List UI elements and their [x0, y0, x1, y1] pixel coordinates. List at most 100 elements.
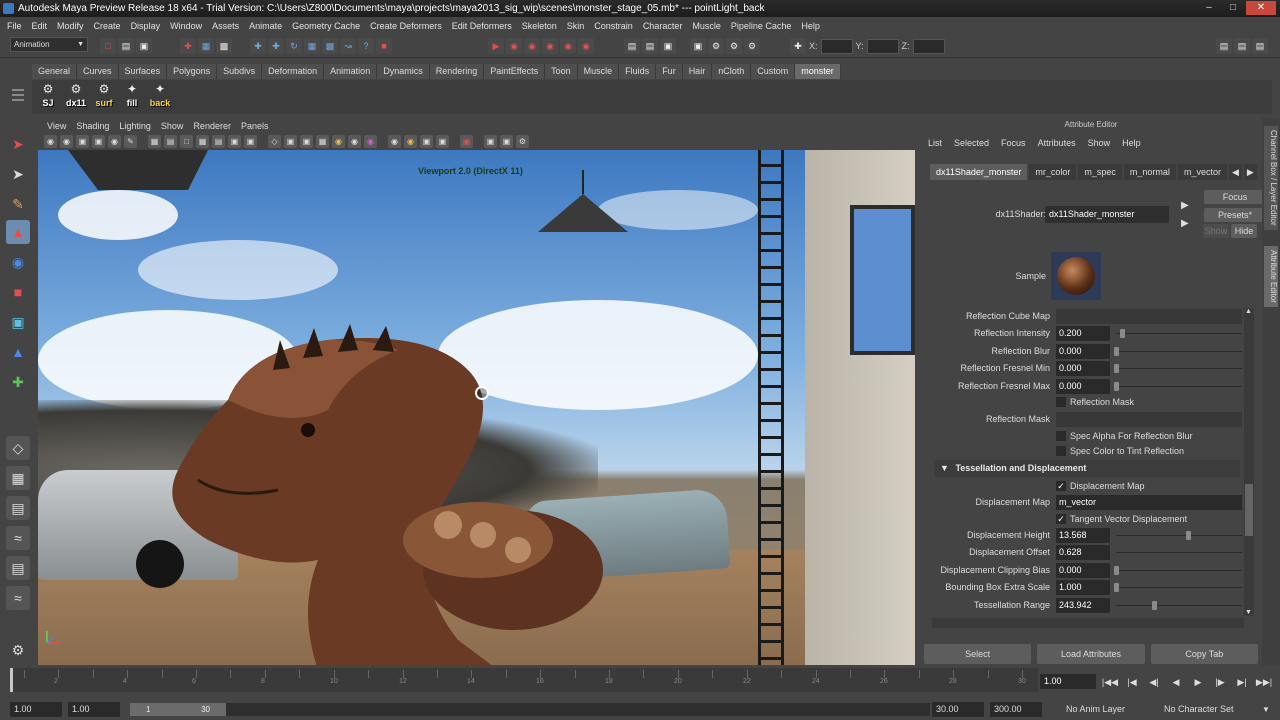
single-perspective-layout-icon[interactable]: ◇ — [6, 436, 30, 460]
shelf-tab-muscle[interactable]: Muscle — [577, 64, 620, 79]
shelf-tab-monster[interactable]: monster — [795, 64, 841, 79]
menu-file[interactable]: File — [2, 21, 27, 31]
render-view-icon[interactable]: ◉ — [560, 38, 576, 54]
render-layers-icon[interactable]: ◉ — [578, 38, 594, 54]
grease-pencil-icon[interactable]: ✎ — [124, 135, 137, 148]
displacement-offset-field[interactable]: 0.628 — [1056, 545, 1110, 560]
xray-components-icon[interactable]: ▣ — [420, 135, 433, 148]
step-back-key-icon[interactable]: |◀ — [1122, 674, 1142, 690]
tab-scroll-left-icon[interactable]: ◀ — [1228, 164, 1242, 180]
displacement-offset-slider[interactable] — [1116, 552, 1242, 553]
minimize-button[interactable]: – — [1198, 1, 1220, 15]
menu-animate[interactable]: Animate — [244, 21, 287, 31]
resolution-gate-icon[interactable]: □ — [180, 135, 193, 148]
ae-menu-attributes[interactable]: Attributes — [1038, 138, 1076, 148]
reflection-fresnel-min-field[interactable]: 0.000 — [1056, 361, 1110, 376]
menu-window[interactable]: Window — [165, 21, 207, 31]
anim-layer-label[interactable]: No Anim Layer — [1066, 702, 1125, 717]
select-hierarchy-icon[interactable]: ✚ — [180, 38, 196, 54]
screen-space-ao-icon[interactable]: ◉ — [364, 135, 377, 148]
tab-channel-box[interactable]: Channel Box / Layer Editor — [1264, 126, 1278, 230]
rename-icon[interactable]: ⚙ — [726, 38, 742, 54]
character-set-label[interactable]: No Character Set — [1164, 702, 1234, 717]
displacement-clipping-bias-field[interactable]: 0.000 — [1056, 563, 1110, 578]
reflection-fresnel-min-slider[interactable] — [1116, 368, 1242, 369]
z-field[interactable] — [912, 38, 945, 54]
show-attribute-editor-icon[interactable]: ▤ — [1216, 38, 1232, 54]
section-tessellation-header[interactable]: ▼ Tessellation and Displacement — [934, 460, 1240, 477]
show-tool-settings-icon[interactable]: ▤ — [1234, 38, 1250, 54]
displacement-map-field[interactable]: m_vector — [1056, 495, 1242, 510]
shelf-tab-curves[interactable]: Curves — [77, 64, 119, 79]
displacement-height-field[interactable]: 13.568 — [1056, 528, 1110, 543]
select-component-icon[interactable]: ▩ — [216, 38, 232, 54]
shelf-tab-rendering[interactable]: Rendering — [429, 64, 485, 79]
tessellation-range-slider[interactable] — [1116, 605, 1242, 606]
menu-display[interactable]: Display — [126, 21, 166, 31]
menu-assets[interactable]: Assets — [207, 21, 244, 31]
ae-menu-focus[interactable]: Focus — [1001, 138, 1026, 148]
ae-tab-m-vector[interactable]: m_vector — [1177, 164, 1227, 180]
smooth-shade-icon[interactable]: ▣ — [284, 135, 297, 148]
save-scene-icon[interactable]: ▣ — [136, 38, 152, 54]
transform-field-icon[interactable]: ✚ — [790, 38, 806, 54]
attribute-editor-hscrollbar[interactable] — [932, 618, 1244, 628]
hypershade-icon[interactable]: ◉ — [542, 38, 558, 54]
load-attributes-button[interactable]: Load Attributes — [1037, 644, 1145, 664]
scrollbar-thumb[interactable] — [1245, 484, 1253, 536]
four-view-layout-icon[interactable]: ▦ — [6, 466, 30, 490]
step-back-frame-icon[interactable]: ◀| — [1144, 674, 1164, 690]
shelf-button-sj[interactable]: ⚙ SJ — [34, 82, 62, 112]
scale-tool-icon[interactable]: ■ — [6, 280, 30, 304]
focus-button[interactable]: Focus — [1204, 190, 1266, 204]
slider-handle[interactable] — [1186, 531, 1191, 540]
shelf-button-dx11[interactable]: ⚙ dx11 — [62, 82, 90, 112]
ae-tab-mr-color[interactable]: mr_color — [1029, 164, 1077, 180]
shelf-tab-custom[interactable]: Custom — [751, 64, 796, 79]
persp-graph-editor-layout-icon[interactable]: ≈ — [6, 586, 30, 610]
animation-end-field[interactable]: 300.00 — [990, 702, 1042, 717]
x-field[interactable] — [820, 38, 853, 54]
menu-help[interactable]: Help — [796, 21, 825, 31]
safe-action-icon[interactable]: ▣ — [228, 135, 241, 148]
universal-manipulator-icon[interactable]: ▣ — [6, 310, 30, 334]
menu-geometry-cache[interactable]: Geometry Cache — [287, 21, 365, 31]
presets-button[interactable]: Presets* — [1204, 208, 1266, 222]
select-tool-icon[interactable]: ➤ — [6, 132, 30, 156]
open-scene-icon[interactable]: ▤ — [118, 38, 134, 54]
image-plane-icon[interactable]: ▣ — [92, 135, 105, 148]
panel-menu-lighting[interactable]: Lighting — [114, 121, 156, 131]
tab-scroll-right-icon[interactable]: ▶ — [1243, 164, 1257, 180]
shelf-tab-painteffects[interactable]: PaintEffects — [484, 64, 546, 79]
clipboard-icon[interactable]: ▣ — [660, 38, 676, 54]
range-slider-handle[interactable]: 1 30 — [130, 703, 226, 716]
menu-create[interactable]: Create — [89, 21, 126, 31]
shelf-button-back[interactable]: ✦ back — [146, 82, 174, 112]
panel-menu-view[interactable]: View — [42, 121, 71, 131]
snap-live-icon[interactable]: ↝ — [340, 38, 356, 54]
slider-handle[interactable] — [1114, 382, 1119, 391]
show-channel-box-icon[interactable]: ▤ — [1252, 38, 1268, 54]
go-to-input-icon[interactable]: ▶ — [1181, 200, 1189, 211]
shelf-tab-dynamics[interactable]: Dynamics — [377, 64, 430, 79]
slider-handle[interactable] — [1152, 601, 1157, 610]
spec-alpha-checkbox[interactable] — [1056, 431, 1066, 441]
time-slider[interactable]: 2 4 6 8 10 12 14 16 18 20 22 24 26 28 30 — [10, 668, 1038, 692]
copy-tab-button[interactable]: Copy Tab — [1150, 644, 1258, 664]
animation-start-field[interactable]: 1.00 — [10, 702, 62, 717]
snap-view-icon[interactable]: ▦ — [304, 38, 320, 54]
ae-menu-list[interactable]: List — [928, 138, 942, 148]
shelf-tab-general[interactable]: General — [32, 64, 78, 79]
ae-tab-m-normal[interactable]: m_normal — [1123, 164, 1176, 180]
attribute-editor-scrollbar[interactable]: ▲ ▼ — [1244, 308, 1254, 616]
absolute-transform-icon[interactable]: ▣ — [690, 38, 706, 54]
tab-attribute-editor[interactable]: Attribute Editor — [1264, 246, 1278, 307]
reflection-mask-field[interactable] — [1056, 412, 1242, 427]
current-frame-field[interactable]: 1.00 — [1040, 674, 1096, 689]
reflection-fresnel-max-slider[interactable] — [1116, 386, 1242, 387]
shelf-button-fill[interactable]: ✦ fill — [118, 82, 146, 112]
rotate-tool-icon[interactable]: ◉ — [6, 250, 30, 274]
ae-tab-m-spec[interactable]: m_spec — [1078, 164, 1122, 180]
slider-handle[interactable] — [1114, 583, 1119, 592]
hud-icon[interactable]: ▣ — [484, 135, 497, 148]
